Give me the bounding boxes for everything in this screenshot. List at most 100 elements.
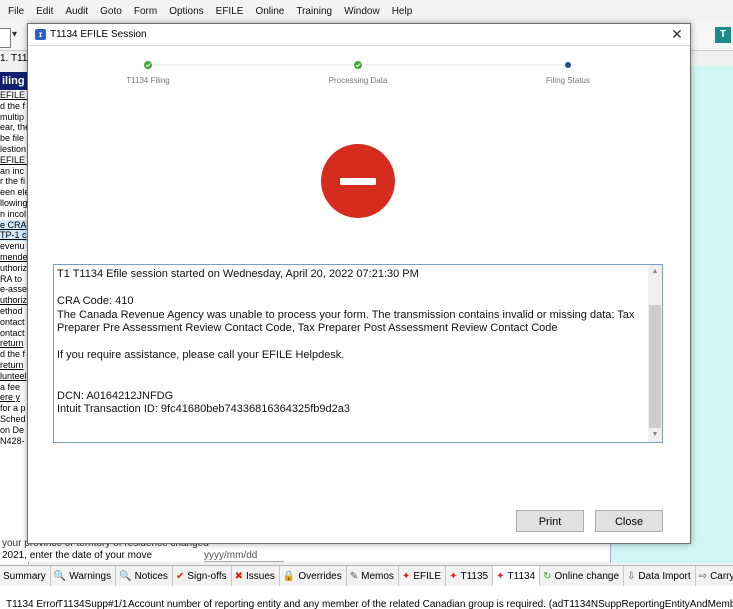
step-current-icon — [565, 62, 571, 68]
step-complete-icon — [354, 61, 362, 69]
form-text-line: EFILE n — [0, 154, 28, 165]
efile-session-dialog: ɪ T1134 EFILE Session ✕ T1134 Filing Pro… — [27, 23, 691, 544]
form-text-line: n incol — [0, 208, 27, 219]
x-icon: ✖ — [234, 570, 244, 582]
form-text-line: an inc — [0, 165, 25, 176]
log-line: T1 T1134 Efile session started on Wednes… — [57, 268, 419, 280]
form-text-line: e-asse — [0, 284, 28, 295]
bottom-tab-bar: Summary 🔍 Warnings 🔍 Notices ✔ Sign-offs ✖ Issue… — [0, 565, 733, 587]
tab-label: T1134 — [507, 570, 536, 582]
tab-carry[interactable]: ⇨ Carry — [696, 566, 733, 586]
tab-label: Warnings — [69, 570, 112, 582]
app-toolbar-icon[interactable]: T — [715, 27, 731, 43]
maple-leaf-icon: ✦ — [449, 570, 458, 582]
form-text-line: uthoriz — [0, 262, 28, 273]
error-minus-icon — [321, 144, 395, 218]
form-text-line: TP-1 c — [0, 230, 28, 242]
scroll-up-icon[interactable]: ▲ — [648, 265, 662, 279]
form-text-line: ontact — [0, 327, 25, 338]
menu-training[interactable]: Training — [296, 6, 332, 17]
log-line: DCN: A0164212JNFDG — [57, 389, 174, 402]
close-icon[interactable]: ✕ — [670, 26, 684, 42]
vertical-scrollbar[interactable]: ▲ ▼ — [648, 265, 662, 442]
pencil-icon: ✎ — [349, 570, 359, 582]
checkmark-icon: ✔ — [175, 570, 185, 582]
tab-notices[interactable]: 🔍 Notices — [116, 566, 173, 586]
form-text-line: r the fi — [0, 176, 26, 187]
tab-efile[interactable]: ✦ EFILE — [399, 566, 447, 586]
menu-goto[interactable]: Goto — [100, 6, 122, 17]
menu-window[interactable]: Window — [344, 6, 380, 17]
form-text-line: een ele — [0, 187, 28, 198]
session-log-textarea[interactable]: T1 T1134 Efile session started on Wednes… — [53, 264, 663, 443]
chevron-down-icon[interactable]: ▾ — [12, 29, 17, 40]
print-button[interactable]: Print — [516, 510, 584, 532]
progress-stepper: T1134 Filing Processing Data Filing Stat… — [28, 58, 690, 88]
form-text-line: return — [0, 338, 24, 349]
log-line: The Canada Revenue Agency was unable to … — [57, 308, 635, 335]
form-section-header: iling — [0, 72, 28, 90]
form-text-line: for a p — [0, 403, 26, 414]
error-list-row[interactable]: T1134 Error T1134Supp#1/1 Account number… — [0, 586, 733, 609]
tab-label: Memos — [361, 570, 394, 582]
form-text-line: llowing — [0, 197, 28, 208]
form-text-line: mende — [0, 251, 28, 262]
form-text-line: a fee — [0, 381, 21, 392]
form-text-line: Sched — [0, 413, 26, 424]
tab-label: Online change — [554, 570, 620, 582]
tab-memos[interactable]: ✎ Memos — [347, 566, 399, 586]
maple-leaf-icon: ✦ — [496, 570, 505, 582]
step-complete-icon — [144, 61, 152, 69]
move-date-input[interactable]: yyyy/mm/dd — [204, 550, 284, 562]
menu-help[interactable]: Help — [392, 6, 413, 17]
menu-file[interactable]: File — [8, 6, 24, 17]
dialog-title-bar[interactable]: ɪ T1134 EFILE Session ✕ — [28, 24, 690, 46]
tab-data-import[interactable]: ⇩ Data Import — [624, 566, 696, 586]
tab-issues[interactable]: ✖ Issues — [232, 566, 280, 586]
form-text-line: evenu — [0, 241, 25, 252]
form-text-line: be file — [0, 133, 25, 144]
session-log-text: T1 T1134 Efile session started on Wednes… — [57, 268, 642, 417]
tab-label: EFILE — [413, 570, 442, 582]
scroll-down-icon[interactable]: ▼ — [648, 428, 662, 442]
form-text: 2021, enter the date of your move — [2, 550, 153, 561]
menu-audit[interactable]: Audit — [65, 6, 88, 17]
log-line: Intuit Transaction ID: 9fc41680beb743368… — [57, 403, 350, 415]
form-text-line: ontact — [0, 316, 25, 327]
search-icon: 🔍 — [119, 570, 132, 582]
tab-label: Sign-offs — [187, 570, 227, 582]
tab-label: Carry — [710, 570, 733, 582]
menu-options[interactable]: Options — [169, 6, 203, 17]
form-text-line: multip — [0, 111, 25, 122]
menu-form[interactable]: Form — [134, 6, 157, 17]
tab-label: T1135 — [460, 570, 489, 582]
step-label: T1134 Filing — [126, 76, 170, 85]
scroll-thumb[interactable] — [649, 305, 661, 428]
menu-efile[interactable]: EFILE — [216, 6, 244, 17]
search-icon: 🔍 — [53, 570, 67, 582]
tab-t1134[interactable]: ✦ T1134 — [493, 566, 541, 586]
tab-sign-offs[interactable]: ✔ Sign-offs — [173, 566, 232, 586]
tab-warnings[interactable]: 🔍 Warnings — [51, 566, 117, 586]
tab-label: Issues — [246, 570, 275, 582]
tab-summary[interactable]: Summary — [0, 566, 51, 586]
log-line: CRA Code: 410 — [57, 295, 134, 307]
error-type: T1134 Error — [6, 599, 59, 609]
import-icon: ⇩ — [627, 570, 636, 582]
tab-t1135[interactable]: ✦ T1135 — [446, 566, 494, 586]
form-text-line: on De — [0, 424, 25, 435]
tab-online-change[interactable]: ↻ Online change — [540, 566, 625, 586]
form-text-line: return — [0, 359, 24, 370]
form-panel-left: iling EFILE thd the fmultipear, thebe fi… — [0, 72, 29, 564]
form-text-line: ear, the — [0, 122, 28, 133]
toolbar-combo[interactable] — [0, 28, 11, 48]
menu-edit[interactable]: Edit — [36, 6, 53, 17]
stepper-track — [144, 61, 571, 69]
breadcrumb: 1. T11 — [0, 53, 28, 64]
form-text-line: lestion — [0, 143, 27, 154]
tab-label: Summary — [3, 570, 46, 582]
menu-online[interactable]: Online — [255, 6, 284, 17]
tab-overrides[interactable]: 🔒 Overrides — [280, 566, 347, 586]
close-button[interactable]: Close — [595, 510, 663, 532]
tab-label: Overrides — [298, 570, 342, 582]
